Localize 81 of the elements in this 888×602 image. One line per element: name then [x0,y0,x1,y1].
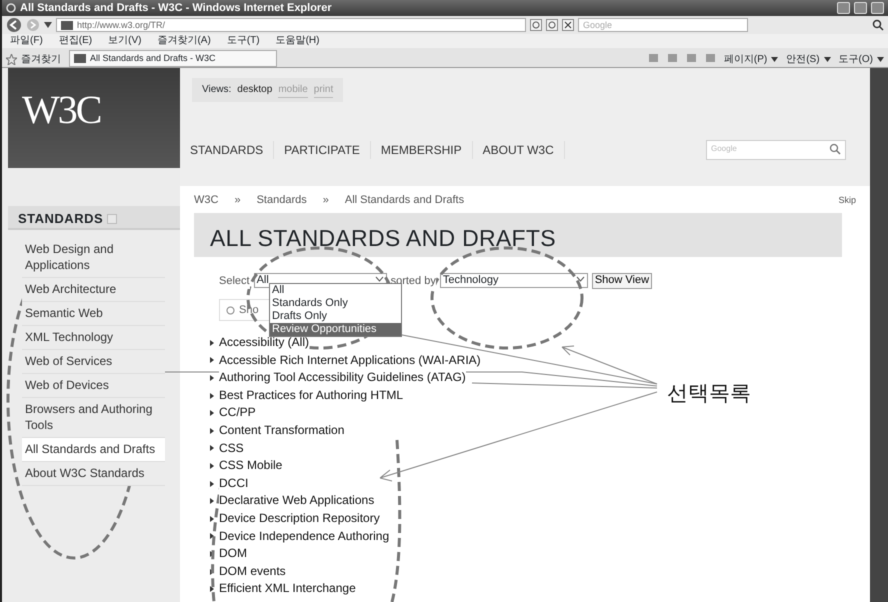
caret-icon [877,57,884,62]
nav-link[interactable]: PARTICIPATE [274,141,371,159]
caret-icon [824,57,831,62]
stop-icon[interactable] [562,19,574,31]
sidebar-item[interactable]: Semantic Web [22,302,165,326]
bullet-icon [210,357,214,364]
caret-icon [576,274,585,284]
bullet-icon [210,550,214,557]
menu-item[interactable]: 편집(E) [58,34,92,48]
collapse-icon[interactable] [107,214,118,224]
bullet-icon [210,445,214,452]
back-button-icon[interactable] [6,17,22,33]
sidebar-item[interactable]: XML Technology [22,326,165,350]
caret-icon [374,274,384,284]
menu-item[interactable]: 즐겨찾기(A) [157,34,211,48]
close-button[interactable] [871,2,884,14]
dropdown-option[interactable]: Review Opportunities [270,323,401,336]
bullet-icon [210,462,214,469]
logo: W3C [8,68,180,168]
page-icon [74,54,86,63]
technology-link[interactable]: CSS Mobile [219,457,282,475]
page-heading: ALL STANDARDS AND DRAFTS [194,212,842,256]
search-icon [226,306,235,314]
menu-item[interactable]: 보기(V) [108,34,142,48]
search-icon[interactable] [872,19,884,31]
breadcrumb-link[interactable]: Standards [256,192,307,208]
maximize-button[interactable] [854,2,867,14]
bullet-icon [210,374,214,381]
search-icon[interactable] [829,143,841,155]
caret-icon[interactable] [44,22,52,28]
browser-tab[interactable]: All Standards and Drafts - W3C [69,50,277,67]
technology-link[interactable]: DCCI [219,474,248,492]
nav-link[interactable]: STANDARDS [180,141,274,159]
bullet-icon [210,428,214,434]
bullet-icon [210,568,214,575]
bullet-icon [210,498,214,504]
bullet-icon [210,410,214,416]
page-icon [61,20,73,30]
menu-item[interactable]: 도움말(H) [276,34,320,48]
toolbar-menu[interactable]: 도구(O) [838,52,884,67]
show-view-button[interactable]: Show View [592,272,652,289]
breadcrumb-link[interactable]: W3C [194,192,218,208]
sidebar-item[interactable]: Web of Services [22,350,165,374]
technology-link[interactable]: CSS [219,440,244,458]
bullet-icon [210,392,214,399]
scrollbar[interactable] [870,68,888,602]
toolbar-menu[interactable]: 페이지(P) [724,52,778,67]
breadcrumb-link[interactable]: All Standards and Drafts [344,192,464,208]
star-icon [6,54,17,65]
menu-item[interactable]: 도구(T) [226,34,260,48]
toolbar-menu[interactable]: 안전(S) [786,52,831,67]
sidebar-item[interactable]: Web of Devices [22,374,165,398]
skip-link[interactable]: Skip [838,194,856,207]
views-label: Views: [202,83,232,97]
sidebar-item[interactable]: Browsers and Authoring Tools [22,398,165,438]
dropdown-option[interactable]: Drafts Only [270,310,401,323]
address-field[interactable]: http://www.w3.org/TR/ [56,18,526,32]
ie-logo-icon [6,3,16,13]
sidebar-item[interactable]: Web Design and Applications [22,238,165,278]
sidebar-item[interactable]: Web Architecture [22,278,165,302]
sidebar-item[interactable]: About W3C Standards [22,462,165,486]
dropdown-option[interactable]: Standards Only [270,297,401,310]
bullet-icon [210,516,214,522]
window-title: All Standards and Drafts - W3C - Windows Internet Explorer [20,0,333,16]
menu-item[interactable]: 파일(F) [10,34,43,48]
bullet-icon [210,340,214,346]
nav-link[interactable]: ABOUT W3C [472,141,565,159]
sidebar-item[interactable]: All Standards and Drafts [22,438,165,462]
bullet-icon [210,533,214,540]
breadcrumb-separator: » [234,193,241,208]
bullet-icon [210,586,214,592]
minimize-button[interactable] [837,2,850,14]
annotation-label: 선택목록 [667,381,751,407]
bullet-icon [210,480,214,487]
favorites-button[interactable]: 즐겨찾기 [6,52,61,67]
view-link[interactable]: desktop [237,82,272,98]
nav-link[interactable]: MEMBERSHIP [370,141,473,159]
sort-dropdown[interactable]: Technology [440,273,588,288]
breadcrumb-separator: » [322,193,329,208]
sidebar-title: STANDARDS [18,210,104,228]
caret-icon [771,57,778,62]
